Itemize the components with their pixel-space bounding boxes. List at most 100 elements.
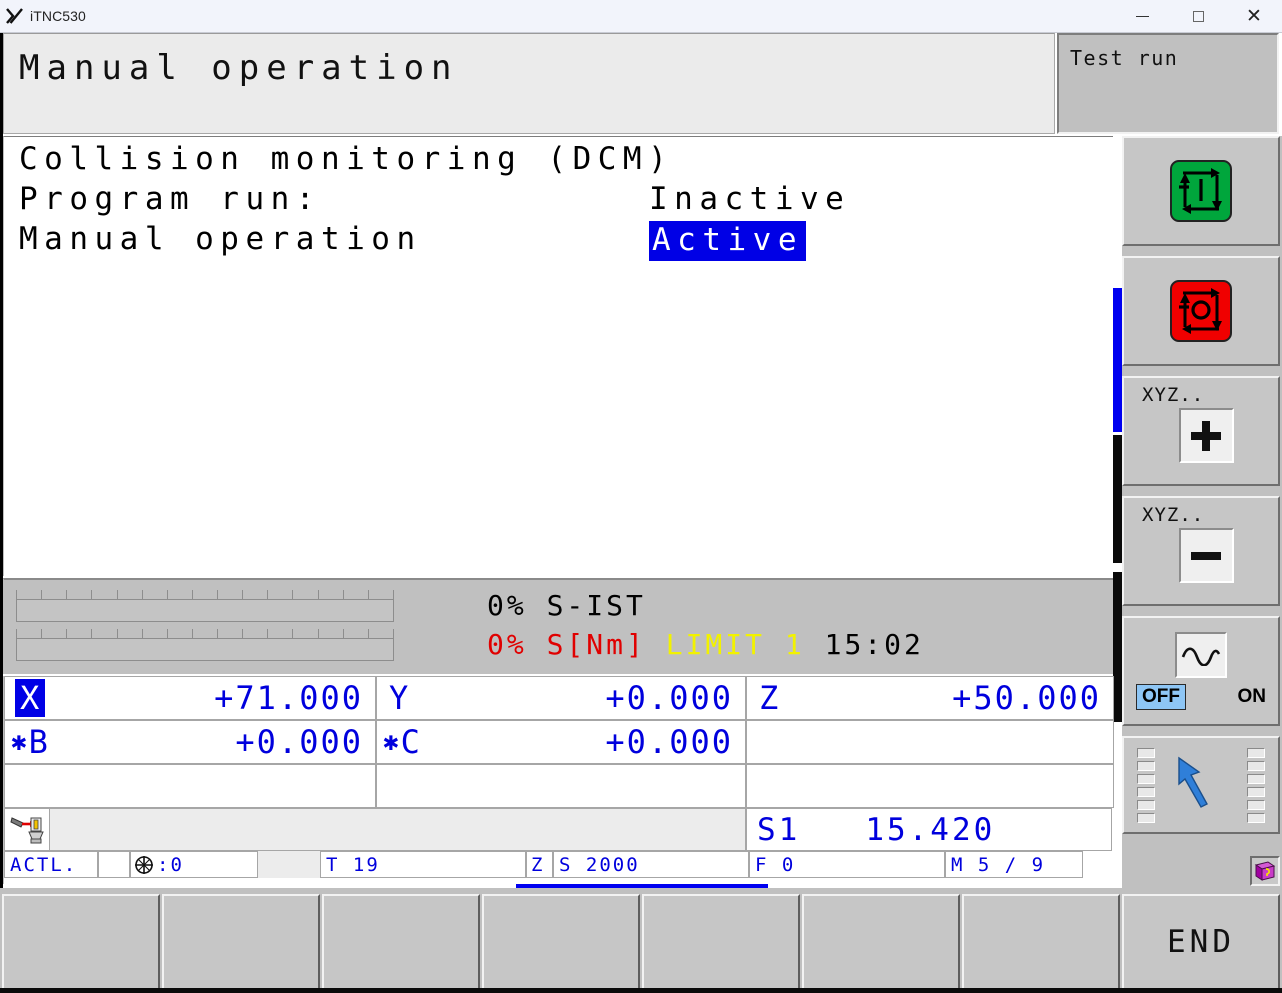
maximize-button[interactable] — [1170, 0, 1226, 33]
axis-cell-y[interactable]: Y +0.000 — [376, 676, 746, 720]
bottom-softkey-bar: END — [0, 888, 1282, 993]
manual-operation-label: Manual operation — [19, 221, 422, 257]
dcm-heading: Collision monitoring (DCM) — [19, 141, 674, 177]
window-title: iTNC530 — [30, 8, 86, 24]
spindle-gauge-bar — [16, 638, 394, 661]
status-field-row: ACTL. :0 T 19 Z S 2000 F 0 M 5 / 9 — [4, 851, 1114, 878]
softkey-2[interactable] — [162, 894, 320, 990]
handwheel-on-label[interactable]: ON — [1238, 686, 1267, 708]
feed-rate-field[interactable]: F 0 — [749, 851, 945, 878]
axis-minus-key[interactable]: XYZ.. — [1122, 496, 1280, 606]
nav-right-stack — [1247, 747, 1265, 823]
axis-cell-empty-2 — [4, 764, 376, 808]
softkey-7[interactable] — [962, 894, 1120, 990]
axis-label-z: Z — [759, 679, 780, 717]
program-run-label: Program run: — [19, 181, 321, 217]
spindle-row: S1 15.420 — [4, 808, 1114, 851]
close-icon: ✕ — [1246, 5, 1262, 27]
axis-value-b: +0.000 — [235, 723, 363, 761]
limit-indicator: LIMIT 1 — [665, 628, 805, 661]
axis-value-x: +71.000 — [214, 679, 363, 717]
softkey-nav-arrow-icon — [1137, 747, 1265, 823]
vertical-scroll-track-lower — [1113, 572, 1122, 722]
softkey-3[interactable] — [322, 894, 480, 990]
axis-plus-label: XYZ.. — [1142, 384, 1205, 406]
softkey-6[interactable] — [802, 894, 960, 990]
close-button[interactable]: ✕ — [1226, 0, 1282, 33]
plus-icon — [1178, 408, 1234, 463]
axis-position-display: X +71.000 Y +0.000 Z +50.000 ✱ B +0.000 … — [3, 676, 1114, 884]
handwheel-state-row: OFF ON — [1136, 684, 1266, 710]
right-softkey-column: XYZ.. XYZ.. OFF ON — [1122, 136, 1282, 888]
window-title-bar: iTNC530 ✕ — [0, 0, 1282, 33]
window-bottom-edge — [0, 988, 1282, 993]
datum-value: :0 — [157, 853, 184, 876]
manual-operation-value: Active — [649, 221, 806, 261]
mode-header-panel: Manual operation — [3, 33, 1055, 134]
softkey-5[interactable] — [642, 894, 800, 990]
spindle-speed-box: S1 15.420 — [746, 808, 1112, 851]
axis-row-linear: X +71.000 Y +0.000 Z +50.000 — [4, 676, 1114, 720]
status-gap — [258, 851, 320, 878]
axis-row-empty — [4, 764, 1114, 808]
axis-plus-key[interactable]: XYZ.. — [1122, 376, 1280, 486]
dcm-inactive-key[interactable] — [1122, 256, 1280, 366]
axis-label-c: C — [400, 723, 421, 761]
axis-label-b: B — [28, 723, 49, 761]
override-status-panel: 0% S-IST 0% S[Nm] LIMIT 1 15:02 — [3, 578, 1113, 674]
minimize-button[interactable] — [1114, 0, 1170, 33]
vertical-scroll-indicator[interactable] — [1113, 288, 1122, 432]
axis-cell-z[interactable]: Z +50.000 — [746, 676, 1114, 720]
rotary-axis-icon: ✱ — [383, 727, 399, 757]
dcm-monitoring-on-icon — [1170, 160, 1232, 222]
m-function-field[interactable]: M 5 / 9 — [945, 851, 1083, 878]
spindle-speed-value: S1 15.420 — [757, 811, 996, 848]
spindle-row-spacer — [50, 808, 746, 851]
softkey-4[interactable] — [482, 894, 640, 990]
dcm-monitoring-off-icon — [1170, 280, 1232, 342]
override-second-row: 0% S[Nm] LIMIT 1 15:02 — [487, 628, 924, 661]
datum-crosshair-icon — [134, 855, 154, 875]
axis-value-c: +0.000 — [605, 723, 733, 761]
axis-label-x: X — [15, 679, 46, 717]
tool-number-field[interactable]: T 19 — [320, 851, 526, 878]
axis-cell-empty-3 — [376, 764, 746, 808]
feed-gauge-bar — [16, 599, 394, 622]
tool-in-spindle-icon — [4, 808, 50, 851]
softkey-navigation-key[interactable] — [1122, 736, 1280, 834]
tool-axis-field: Z — [526, 851, 553, 878]
spindle-speed-field[interactable]: S 2000 — [553, 851, 749, 878]
current-mode-title: Manual operation — [19, 48, 459, 88]
secondary-mode-panel[interactable]: Test run — [1057, 33, 1279, 134]
spindle-torque-readout: 0% S[Nm] — [487, 628, 646, 661]
axis-cell-empty-1 — [746, 720, 1114, 764]
softkey-end[interactable]: END — [1122, 894, 1280, 990]
handwheel-off-label[interactable]: OFF — [1136, 684, 1186, 710]
minus-icon — [1178, 528, 1234, 583]
axis-label-y: Y — [389, 679, 410, 717]
axis-row-rotary: ✱ B +0.000 ✱ C +0.000 — [4, 720, 1114, 764]
x-logo-icon — [0, 0, 30, 33]
axis-cell-b[interactable]: ✱ B +0.000 — [4, 720, 376, 764]
datum-field[interactable]: :0 — [130, 851, 258, 878]
axis-cell-x[interactable]: X +71.000 — [4, 676, 376, 720]
axis-value-z: +50.000 — [952, 679, 1101, 717]
display-mode-field[interactable]: ACTL. — [4, 851, 98, 878]
program-run-value: Inactive — [649, 181, 851, 217]
softkey-1[interactable] — [2, 894, 160, 990]
axis-value-y: +0.000 — [605, 679, 733, 717]
feed-override-gauge — [16, 590, 394, 622]
main-workspace: Collision monitoring (DCM) Program run: … — [3, 136, 1113, 612]
axis-cell-c[interactable]: ✱ C +0.000 — [376, 720, 746, 764]
secondary-mode-label: Test run — [1070, 46, 1179, 70]
rotary-axis-icon: ✱ — [11, 727, 27, 757]
minimize-icon — [1135, 15, 1149, 17]
vertical-scroll-track-upper — [1113, 435, 1122, 563]
maximize-icon — [1192, 10, 1204, 22]
handwheel-toggle-key[interactable]: OFF ON — [1122, 616, 1280, 726]
axis-cell-empty-4 — [746, 764, 1114, 808]
dcm-active-key[interactable] — [1122, 136, 1280, 246]
clock-readout: 15:02 — [824, 628, 924, 661]
help-book-icon[interactable] — [1250, 856, 1280, 886]
axis-minus-label: XYZ.. — [1142, 504, 1205, 526]
